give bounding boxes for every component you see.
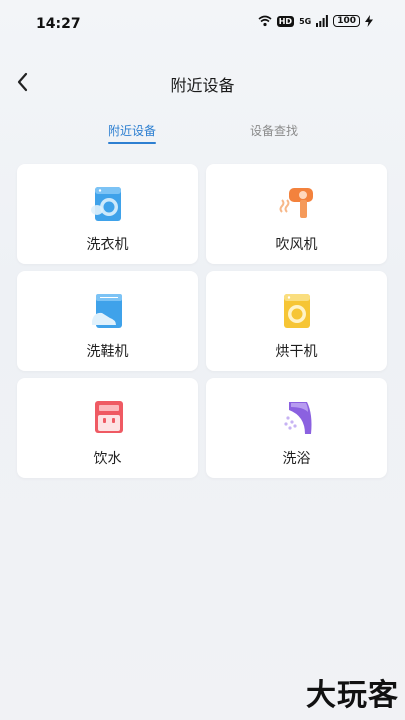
washing-machine-icon — [91, 187, 121, 221]
tab-active-indicator — [108, 142, 157, 144]
device-label: 吹风机 — [275, 237, 318, 253]
device-label: 洗浴 — [282, 451, 311, 467]
charging-icon — [365, 15, 373, 27]
device-card-hair-dryer[interactable]: 吹风机 — [206, 164, 387, 264]
device-label: 饮水 — [93, 451, 122, 467]
signal-icon — [316, 15, 329, 27]
watermark: 大玩客 — [306, 678, 399, 713]
device-card-washing-machine[interactable]: 洗衣机 — [17, 164, 198, 264]
water-dispenser-icon — [95, 401, 123, 433]
tab-bar: 附近设备 设备查找 — [0, 122, 405, 152]
status-icons: HD 5G 100 — [258, 15, 373, 27]
device-card-water-dispenser[interactable]: 饮水 — [17, 378, 198, 478]
device-label: 洗衣机 — [86, 237, 129, 253]
tab-device-finder[interactable]: 设备查找 — [250, 122, 298, 139]
header: 附近设备 — [0, 60, 405, 104]
page-title: 附近设备 — [170, 76, 235, 95]
shoe-washer-icon — [92, 294, 122, 328]
device-label: 烘干机 — [275, 344, 318, 360]
tab-label: 设备查找 — [250, 124, 299, 138]
status-bar: 14:27 HD 5G 100 — [0, 0, 405, 50]
hair-dryer-icon — [279, 188, 313, 218]
network-label: 5G — [299, 16, 312, 26]
device-card-shower[interactable]: 洗浴 — [206, 378, 387, 478]
hd-badge: HD — [276, 15, 295, 27]
tab-label: 附近设备 — [108, 124, 157, 138]
battery-level: 100 — [333, 15, 360, 27]
wifi-icon — [258, 15, 272, 27]
device-label: 洗鞋机 — [86, 344, 129, 360]
device-card-shoe-washer[interactable]: 洗鞋机 — [17, 271, 198, 371]
dryer-icon — [284, 294, 310, 328]
tab-nearby-devices[interactable]: 附近设备 — [108, 122, 157, 144]
device-card-dryer[interactable]: 烘干机 — [206, 271, 387, 371]
status-time: 14:27 — [36, 16, 81, 32]
shower-icon — [284, 402, 312, 434]
